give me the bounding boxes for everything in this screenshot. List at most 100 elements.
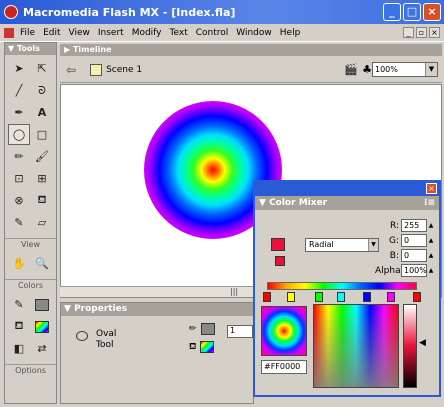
b-input[interactable]: 0 <box>401 249 427 262</box>
flash-app-icon <box>4 5 18 19</box>
gradient-pointer[interactable] <box>337 292 345 302</box>
b-stepper-icon[interactable]: ▲ <box>427 249 435 262</box>
mixer-header[interactable]: ▼ Color Mixer ⁝≡ <box>255 196 439 210</box>
minimize-button[interactable]: _ <box>383 3 401 21</box>
mixer-close-button[interactable]: × <box>426 183 437 194</box>
tools-panel: ▼ Tools ➤ ⇱ ╱ ᘐ ✒ A ◯ □ ✏ 🖌 ⊡ ⊞ ⊗ ⛾ ✎ ▱ … <box>4 42 57 404</box>
tools-header[interactable]: ▼ Tools <box>5 43 56 55</box>
color-mixer-window: × ▼ Color Mixer ⁝≡ Radial ▼ R: 255 ▲ G: 0 ▲ B… <box>253 180 441 397</box>
fill-bucket-icon[interactable] <box>275 256 285 266</box>
menu-insert[interactable]: Insert <box>98 28 124 38</box>
document-icon <box>4 27 14 38</box>
lasso-tool-icon[interactable]: ᘐ <box>31 80 53 101</box>
eraser-tool-icon[interactable]: ▱ <box>31 212 53 233</box>
text-tool-icon[interactable]: A <box>31 102 53 123</box>
mixer-titlebar[interactable]: × <box>255 182 439 196</box>
alpha-stepper-icon[interactable]: ▲ <box>427 264 435 277</box>
g-stepper-icon[interactable]: ▲ <box>427 234 435 247</box>
brightness-slider[interactable] <box>403 304 417 388</box>
gradient-definition-bar[interactable] <box>267 282 417 290</box>
menu-window[interactable]: Window <box>236 28 272 38</box>
menu-text[interactable]: Text <box>170 28 188 38</box>
back-arrow-icon[interactable]: ⇦ <box>66 63 76 77</box>
arrow-tool-icon[interactable]: ➤ <box>8 58 30 79</box>
stroke-swatch[interactable] <box>200 323 215 335</box>
gradient-pointer[interactable] <box>413 292 421 302</box>
brush-tool-icon[interactable]: 🖌 <box>31 146 53 167</box>
bucket-icon: ⛾ <box>189 341 197 352</box>
oval-icon <box>76 331 88 341</box>
gradient-preview <box>261 306 307 356</box>
alpha-label: Alpha: <box>375 265 404 276</box>
properties-panel: ▼ Properties Oval Tool ✏ ⛾ 1 <box>60 302 254 404</box>
gradient-pointer[interactable] <box>287 292 295 302</box>
pencil-icon: ✏ <box>189 324 197 334</box>
properties-header[interactable]: ▼ Properties <box>61 303 253 316</box>
b-label: B: <box>389 250 399 261</box>
r-input[interactable]: 255 <box>401 219 427 232</box>
pen-tool-icon[interactable]: ✒ <box>8 102 30 123</box>
fill-color-icon[interactable]: ⛾ <box>8 316 30 337</box>
gradient-pointers <box>263 292 423 304</box>
menu-edit[interactable]: Edit <box>43 28 60 38</box>
timeline-header[interactable]: ▶ Timeline <box>60 44 442 56</box>
menu-control[interactable]: Control <box>196 28 229 38</box>
edit-symbol-icon[interactable]: ♣ <box>362 63 372 76</box>
hand-tool-icon[interactable]: ✋ <box>8 253 30 274</box>
brightness-pointer-icon[interactable]: ◀ <box>419 338 426 348</box>
fill-type-select[interactable]: Radial ▼ <box>305 238 379 252</box>
stroke-color-swatch[interactable] <box>31 294 53 315</box>
default-colors-icon[interactable]: ◧ <box>8 338 30 359</box>
g-label: G: <box>388 235 399 246</box>
subselect-tool-icon[interactable]: ⇱ <box>31 58 53 79</box>
pencil-tool-icon[interactable]: ✏ <box>8 146 30 167</box>
chevron-down-icon: ▼ <box>425 63 437 76</box>
window-title: Macromedia Flash MX - [Index.fla] <box>23 5 236 19</box>
zoom-tool-icon[interactable]: 🔍 <box>31 253 53 274</box>
free-transform-tool-icon[interactable]: ⊡ <box>8 168 30 189</box>
zoom-select[interactable]: 100% ▼ <box>372 62 438 77</box>
stroke-height-field[interactable]: 1 <box>227 325 253 338</box>
edit-scene-icon[interactable]: 🎬 <box>344 63 358 76</box>
menu-bar: File Edit View Insert Modify Text Contro… <box>0 24 444 42</box>
gradient-pointer[interactable] <box>363 292 371 302</box>
ink-bottle-tool-icon[interactable]: ⊗ <box>8 190 30 211</box>
scene-name: Scene 1 <box>106 64 143 75</box>
fill-transform-tool-icon[interactable]: ⊞ <box>31 168 53 189</box>
gradient-pointer[interactable] <box>263 292 271 302</box>
gradient-pointer[interactable] <box>315 292 323 302</box>
menu-file[interactable]: File <box>20 28 35 38</box>
doc-close-button[interactable]: × <box>429 27 440 38</box>
window-titlebar: Macromedia Flash MX - [Index.fla] _ □ × <box>0 0 444 24</box>
alpha-input[interactable]: 100% <box>401 264 427 277</box>
menu-view[interactable]: View <box>69 28 90 38</box>
line-tool-icon[interactable]: ╱ <box>8 80 30 101</box>
eyedropper-tool-icon[interactable]: ✎ <box>8 212 30 233</box>
menu-help[interactable]: Help <box>280 28 301 38</box>
scene-bar: ⇦ Scene 1 🎬 ♣ 100% ▼ <box>60 57 442 83</box>
horizontal-scrollbar[interactable]: ||| <box>60 286 254 297</box>
doc-minimize-button[interactable]: _ <box>403 27 414 38</box>
options-menu-icon[interactable]: ⁝≡ <box>424 196 435 210</box>
paint-bucket-tool-icon[interactable]: ⛾ <box>31 190 53 211</box>
fill-swatch[interactable] <box>200 341 215 353</box>
options-section-label: Options <box>5 364 56 376</box>
colors-section-label: Colors <box>5 279 56 291</box>
oval-tool-icon[interactable]: ◯ <box>8 124 30 145</box>
swap-colors-icon[interactable]: ⇄ <box>31 338 53 359</box>
menu-modify[interactable]: Modify <box>132 28 162 38</box>
color-picker-field[interactable] <box>313 304 399 388</box>
g-input[interactable]: 0 <box>401 234 427 247</box>
r-label: R: <box>389 220 399 231</box>
r-stepper-icon[interactable]: ▲ <box>427 219 435 232</box>
hex-input[interactable]: #FF0000 <box>261 360 307 374</box>
doc-restore-button[interactable]: ▫ <box>416 27 427 38</box>
fill-color-swatch[interactable] <box>31 316 53 337</box>
maximize-button[interactable]: □ <box>403 3 421 21</box>
gradient-pointer[interactable] <box>387 292 395 302</box>
rectangle-tool-icon[interactable]: □ <box>31 124 53 145</box>
close-button[interactable]: × <box>423 3 441 21</box>
fill-color-swatch-mixer[interactable] <box>271 238 285 251</box>
stroke-color-icon[interactable]: ✎ <box>8 294 30 315</box>
tool-name-line2: Tool <box>96 340 114 350</box>
